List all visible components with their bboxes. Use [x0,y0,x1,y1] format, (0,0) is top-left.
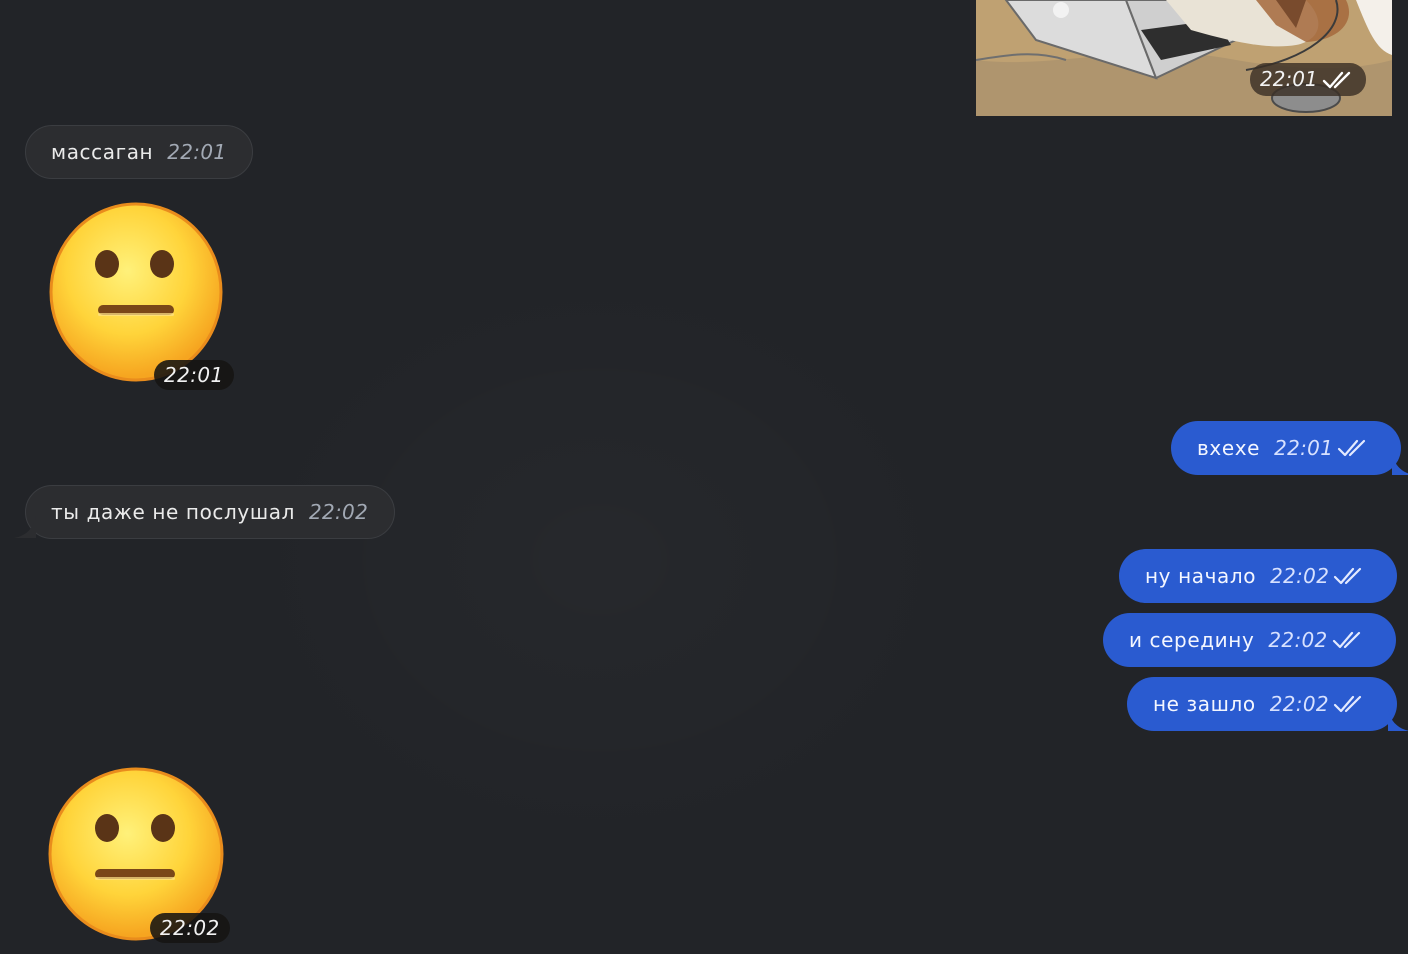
sticker-timestamp: 22:02 [150,913,230,943]
message-bubble[interactable]: массаган 22:01 [25,125,254,179]
message-bubble[interactable]: не зашло 22:02 [1127,677,1408,731]
message-text: ты даже не послушал [51,500,295,524]
double-check-icon [1338,439,1366,457]
neutral-face-icon [49,202,223,382]
message-text: массаган [51,140,154,164]
photo-timestamp: 22:01 [1250,63,1366,96]
photo-message[interactable]: 22:01 [976,0,1392,116]
double-check-icon [1333,695,1361,713]
photo-image [976,0,1392,116]
sticker-timestamp: 22:01 [154,360,234,390]
message-bubble[interactable]: ты даже не послушал 22:02 [14,485,396,539]
message-time: 22:02 [1269,692,1329,716]
message-bubble[interactable]: вхехе 22:01 [1171,421,1408,475]
double-check-icon [1322,71,1350,88]
double-check-icon [1334,567,1362,585]
message-text: вхехе [1197,436,1261,460]
message-bubble[interactable]: и середину 22:02 [1103,613,1396,667]
message-bubble[interactable]: ну начало 22:02 [1119,549,1398,603]
sticker-message[interactable]: 22:02 [47,767,237,947]
message-time: 22:02 [308,500,369,524]
message-text: не зашло [1153,692,1256,716]
message-time: 22:02 [1268,628,1328,652]
time-label: 22:01 [1260,67,1318,91]
double-check-icon [1332,631,1360,649]
sticker-message[interactable]: 22:01 [48,202,238,394]
message-time: 22:02 [1270,564,1330,588]
chat-history[interactable]: 22:01 массаган 22:01 22:01 вхехе 22:01 т… [0,0,1408,954]
message-time: 22:01 [167,140,227,164]
message-text: и середину [1129,628,1255,652]
bubble-tail-icon [1392,453,1408,475]
bubble-tail-icon [1387,709,1408,731]
bubble-tail-icon [14,516,36,538]
message-time: 22:01 [1274,436,1334,460]
message-text: ну начало [1145,564,1257,588]
